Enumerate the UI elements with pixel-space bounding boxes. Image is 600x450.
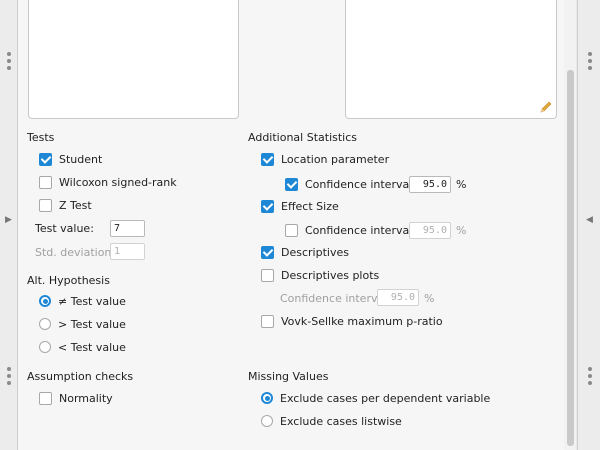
- missing-values-option[interactable]: Exclude cases per dependent variable: [261, 390, 490, 406]
- drag-handle-icon[interactable]: [6, 52, 11, 70]
- drag-handle-icon[interactable]: [6, 367, 11, 385]
- dependent-variables-list-box[interactable]: [345, 0, 557, 119]
- test-value-label: Test value:: [35, 222, 94, 235]
- assumption-checks-section-title: Assumption checks: [27, 370, 134, 383]
- wilcoxon-checkbox-row[interactable]: Wilcoxon signed-rank: [39, 174, 177, 190]
- not-equal-label: ≠ Test value: [58, 294, 126, 308]
- exclude-per-variable-radio[interactable]: [261, 392, 273, 404]
- plots-ci-input[interactable]: 95.0: [377, 289, 419, 306]
- less-radio[interactable]: [39, 341, 51, 353]
- location-parameter-checkbox[interactable]: [261, 152, 274, 166]
- effect-ci-checkbox[interactable]: [285, 223, 298, 237]
- drag-handle-icon[interactable]: [587, 367, 592, 385]
- z-test-checkbox[interactable]: [39, 198, 52, 212]
- effect-size-row[interactable]: Effect Size: [261, 198, 339, 214]
- missing-values-section-title: Missing Values: [248, 370, 329, 383]
- exclude-listwise-radio[interactable]: [261, 415, 273, 427]
- greater-label: > Test value: [58, 317, 126, 331]
- descriptives-plots-checkbox[interactable]: [261, 268, 274, 282]
- plots-ci-label: Confidence interval: [280, 292, 388, 305]
- vovk-sellke-label: Vovk-Sellke maximum p-ratio: [281, 314, 443, 328]
- std-deviation-label: Std. deviation:: [35, 246, 116, 259]
- variables-list-box[interactable]: [28, 0, 239, 119]
- collapse-left-arrow-icon[interactable]: ◀: [586, 215, 593, 225]
- right-panel-splitter[interactable]: ◀: [577, 0, 600, 450]
- plots-ci-unit: %: [424, 292, 435, 305]
- student-checkbox-row[interactable]: Student: [39, 151, 102, 167]
- location-ci-unit: %: [456, 178, 467, 191]
- z-test-checkbox-row[interactable]: Z Test: [39, 197, 92, 213]
- alt-hypothesis-option[interactable]: > Test value: [39, 316, 126, 332]
- normality-checkbox[interactable]: [39, 391, 52, 405]
- vovk-sellke-row[interactable]: Vovk-Sellke maximum p-ratio: [261, 313, 443, 329]
- alt-hypothesis-option[interactable]: ≠ Test value: [39, 293, 126, 309]
- vertical-scrollbar-thumb[interactable]: [567, 70, 574, 446]
- test-value-input[interactable]: 7: [110, 220, 145, 237]
- effect-ci-label: Confidence interval: [305, 223, 413, 237]
- effect-size-checkbox[interactable]: [261, 199, 274, 213]
- effect-ci-row[interactable]: Confidence interval: [285, 222, 412, 238]
- less-label: < Test value: [58, 340, 126, 354]
- wilcoxon-checkbox[interactable]: [39, 175, 52, 189]
- pencil-icon[interactable]: [539, 100, 553, 114]
- drag-handle-icon[interactable]: [587, 52, 592, 70]
- descriptives-row[interactable]: Descriptives: [261, 244, 349, 260]
- normality-label: Normality: [59, 391, 113, 405]
- alt-hypothesis-option[interactable]: < Test value: [39, 339, 126, 355]
- location-parameter-label: Location parameter: [281, 152, 390, 166]
- tests-section-title: Tests: [27, 131, 55, 144]
- effect-size-label: Effect Size: [281, 199, 339, 213]
- location-ci-checkbox[interactable]: [285, 177, 298, 191]
- location-ci-input[interactable]: 95.0: [409, 176, 451, 193]
- left-panel-splitter[interactable]: ▶: [0, 0, 18, 450]
- effect-ci-unit: %: [456, 224, 467, 237]
- normality-checkbox-row[interactable]: Normality: [39, 390, 113, 406]
- descriptives-plots-label: Descriptives plots: [281, 268, 380, 282]
- location-parameter-row[interactable]: Location parameter: [261, 151, 389, 167]
- std-deviation-input[interactable]: 1: [110, 243, 145, 260]
- exclude-listwise-label: Exclude cases listwise: [280, 414, 402, 428]
- wilcoxon-label: Wilcoxon signed-rank: [59, 175, 177, 189]
- effect-ci-input[interactable]: 95.0: [409, 222, 451, 239]
- vovk-sellke-checkbox[interactable]: [261, 314, 274, 328]
- exclude-per-variable-label: Exclude cases per dependent variable: [280, 391, 491, 405]
- expand-right-arrow-icon[interactable]: ▶: [5, 215, 12, 225]
- greater-radio[interactable]: [39, 318, 51, 330]
- student-checkbox[interactable]: [39, 152, 52, 166]
- not-equal-radio[interactable]: [39, 295, 51, 307]
- descriptives-checkbox[interactable]: [261, 245, 274, 259]
- descriptives-label: Descriptives: [281, 245, 349, 259]
- missing-values-option[interactable]: Exclude cases listwise: [261, 413, 402, 429]
- descriptives-plots-row[interactable]: Descriptives plots: [261, 267, 379, 283]
- location-ci-label: Confidence interval: [305, 177, 413, 191]
- z-test-label: Z Test: [59, 198, 92, 212]
- location-ci-row[interactable]: Confidence interval: [285, 176, 412, 192]
- alt-hypothesis-section-title: Alt. Hypothesis: [27, 274, 110, 287]
- additional-statistics-section-title: Additional Statistics: [248, 131, 358, 144]
- student-label: Student: [59, 152, 103, 166]
